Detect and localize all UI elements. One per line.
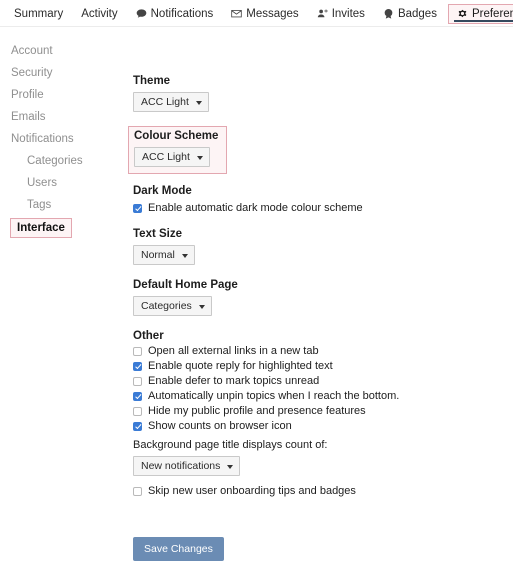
sidebar-item-categories[interactable]: Categories: [11, 150, 131, 172]
option-quote-reply-row[interactable]: Enable quote reply for highlighted text: [133, 360, 513, 372]
text-size-select[interactable]: Normal: [133, 245, 195, 265]
sidebar-item-categories-label: Categories: [27, 155, 83, 167]
default-home-page-select[interactable]: Categories: [133, 296, 212, 316]
save-changes-button[interactable]: Save Changes: [133, 537, 224, 561]
default-home-page-field: Default Home Page Categories: [133, 279, 513, 316]
theme-label: Theme: [133, 75, 171, 87]
chevron-down-icon: [227, 464, 234, 469]
option-hide-profile-row[interactable]: Hide my public profile and presence feat…: [133, 405, 513, 417]
option-open-external-links-checkbox[interactable]: [133, 346, 142, 356]
envelope-icon: [231, 8, 242, 19]
option-auto-unpin-label: Automatically unpin topics when I reach …: [148, 390, 400, 402]
nav-tab-summary[interactable]: Summary: [5, 4, 72, 24]
primary-nav: Summary Activity Notifications Messages …: [0, 0, 513, 27]
chevron-down-icon: [196, 155, 203, 160]
default-home-page-select-value: Categories: [141, 300, 192, 312]
background-count-label: Background page title displays count of:: [133, 439, 328, 451]
option-skip-onboarding-label: Skip new user onboarding tips and badges: [148, 485, 356, 497]
nav-tab-badges[interactable]: Badges: [374, 4, 446, 24]
gear-icon: [457, 8, 468, 19]
option-hide-profile-checkbox[interactable]: [133, 406, 142, 416]
default-home-page-label: Default Home Page: [133, 279, 238, 291]
option-auto-unpin-checkbox[interactable]: [133, 391, 142, 401]
sidebar-item-emails[interactable]: Emails: [11, 106, 131, 128]
nav-tab-messages-label: Messages: [246, 7, 299, 20]
text-size-select-value: Normal: [141, 249, 175, 261]
sidebar-item-tags-label: Tags: [27, 199, 52, 211]
interface-settings-form: Theme ACC Light Colour Scheme ACC Light …: [128, 40, 513, 561]
nav-tab-activity[interactable]: Activity: [72, 4, 126, 24]
dark-mode-label: Dark Mode: [133, 185, 192, 197]
option-open-external-links-row[interactable]: Open all external links in a new tab: [133, 345, 513, 357]
sidebar-item-profile-label: Profile: [11, 89, 44, 101]
nav-tab-invites[interactable]: Invites: [308, 4, 374, 24]
chevron-down-icon: [181, 253, 188, 258]
nav-tab-notifications[interactable]: Notifications: [127, 4, 223, 24]
option-skip-onboarding-checkbox[interactable]: [133, 486, 142, 496]
nav-tab-summary-label: Summary: [14, 7, 64, 20]
dark-mode-checkbox-row[interactable]: Enable automatic dark mode colour scheme: [133, 202, 513, 214]
nav-tab-preferences-label: Preferences: [471, 7, 513, 20]
option-hide-profile-label: Hide my public profile and presence feat…: [148, 405, 366, 417]
sidebar-item-users-label: Users: [27, 177, 58, 189]
option-skip-onboarding-row[interactable]: Skip new user onboarding tips and badges: [133, 485, 513, 497]
sidebar-item-tags[interactable]: Tags: [11, 194, 131, 216]
speech-bubble-icon: [136, 8, 147, 19]
colour-scheme-label: Colour Scheme: [134, 130, 219, 142]
chevron-down-icon: [198, 304, 205, 309]
option-browser-counts-row[interactable]: Show counts on browser icon: [133, 420, 513, 432]
sidebar-item-security-label: Security: [11, 67, 53, 79]
dark-mode-field: Dark Mode Enable automatic dark mode col…: [133, 185, 513, 214]
sidebar-item-emails-label: Emails: [11, 111, 46, 123]
page-content: Account Security Profile Emails Notifica…: [0, 27, 513, 561]
option-open-external-links-label: Open all external links in a new tab: [148, 345, 319, 357]
background-count-select-value: New notifications: [141, 460, 221, 472]
option-browser-counts-label: Show counts on browser icon: [148, 420, 292, 432]
sidebar-item-account[interactable]: Account: [11, 40, 131, 62]
sidebar-item-interface[interactable]: Interface: [10, 218, 72, 238]
chevron-down-icon: [195, 100, 202, 105]
sidebar-item-security[interactable]: Security: [11, 62, 131, 84]
text-size-label: Text Size: [133, 228, 182, 240]
dark-mode-checkbox[interactable]: [133, 203, 142, 213]
nav-tab-invites-label: Invites: [331, 7, 365, 20]
colour-scheme-select-value: ACC Light: [142, 151, 190, 163]
option-defer-unread-label: Enable defer to mark topics unread: [148, 375, 320, 387]
sidebar-item-account-label: Account: [11, 45, 53, 57]
theme-select-value: ACC Light: [141, 96, 189, 108]
person-add-icon: [317, 8, 328, 19]
nav-tab-messages[interactable]: Messages: [222, 4, 307, 24]
option-quote-reply-checkbox[interactable]: [133, 361, 142, 371]
option-browser-counts-checkbox[interactable]: [133, 421, 142, 431]
theme-select[interactable]: ACC Light: [133, 92, 209, 112]
theme-field: Theme ACC Light: [133, 75, 513, 112]
option-defer-unread-checkbox[interactable]: [133, 376, 142, 386]
nav-tab-badges-label: Badges: [397, 7, 437, 20]
sidebar-item-users[interactable]: Users: [11, 172, 131, 194]
background-count-select[interactable]: New notifications: [133, 456, 241, 476]
other-label: Other: [133, 330, 164, 342]
option-defer-unread-row[interactable]: Enable defer to mark topics unread: [133, 375, 513, 387]
option-quote-reply-label: Enable quote reply for highlighted text: [148, 360, 333, 372]
dark-mode-checkbox-label: Enable automatic dark mode colour scheme: [148, 202, 363, 214]
sidebar-item-notifications[interactable]: Notifications: [11, 128, 131, 150]
nav-tab-activity-label: Activity: [81, 7, 118, 20]
nav-tab-notifications-label: Notifications: [150, 7, 214, 20]
sidebar-item-profile[interactable]: Profile: [11, 84, 131, 106]
sidebar-item-interface-label: Interface: [17, 222, 65, 234]
option-auto-unpin-row[interactable]: Automatically unpin topics when I reach …: [133, 390, 513, 402]
nav-tab-preferences[interactable]: Preferences: [447, 3, 513, 24]
active-tab-indicator: [453, 19, 513, 22]
other-field: Other Open all external links in a new t…: [133, 330, 513, 497]
sidebar-item-notifications-label: Notifications: [11, 133, 74, 145]
colour-scheme-select[interactable]: ACC Light: [134, 147, 210, 167]
badge-icon: [383, 8, 394, 19]
colour-scheme-field: Colour Scheme ACC Light: [128, 126, 228, 174]
preferences-sidebar: Account Security Profile Emails Notifica…: [0, 40, 131, 561]
text-size-field: Text Size Normal: [133, 228, 513, 265]
